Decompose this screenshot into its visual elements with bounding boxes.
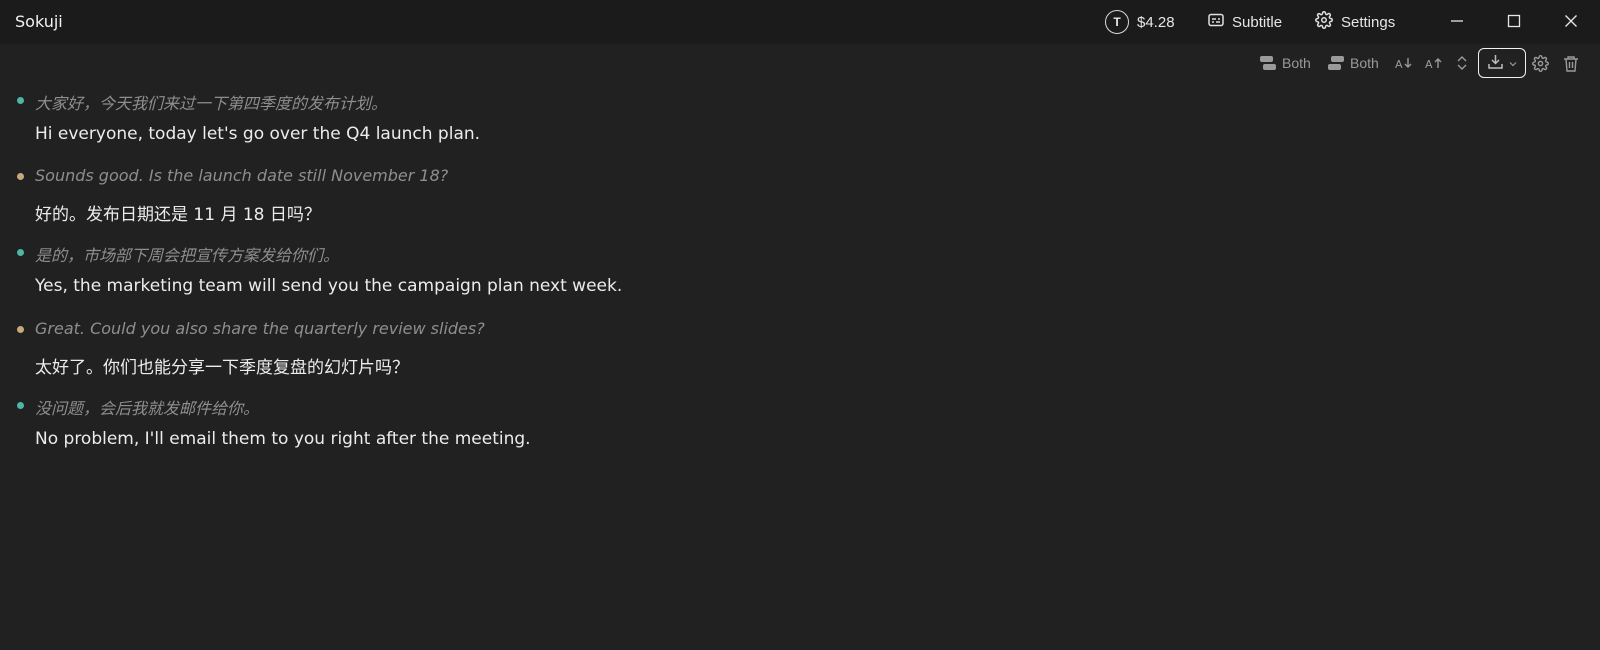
- token-icon: T: [1105, 10, 1129, 34]
- target-mode-label: Both: [1350, 55, 1379, 71]
- source-text: 没问题，会后我就发邮件给你。: [35, 399, 260, 418]
- font-size-decrease-icon: A: [1395, 55, 1413, 71]
- balance-display[interactable]: T $4.28: [1105, 10, 1175, 34]
- translation-text: 好的。发布日期还是 11 月 18 日吗？: [35, 205, 321, 225]
- expand-collapse-button[interactable]: [1456, 51, 1468, 75]
- toolbar-settings-button[interactable]: [1532, 51, 1549, 75]
- title-bar: Sokuji T $4.28 Subtitle Settings: [0, 0, 1600, 44]
- translation-text: No problem, I'll email them to you right…: [35, 429, 531, 449]
- translation-text: 太好了。你们也能分享一下季度复盘的幻灯片吗？: [35, 358, 409, 378]
- source-mode-label: Both: [1282, 55, 1311, 71]
- maximize-icon: [1507, 13, 1521, 32]
- source-text: Sounds good. Is the launch date still No…: [35, 166, 449, 185]
- minimize-icon: [1450, 13, 1464, 32]
- conversation-toolbar: Both Both A A: [0, 44, 1600, 82]
- subtitle-icon: [1208, 13, 1224, 31]
- translation-text: Hi everyone, today let's go over the Q4 …: [35, 124, 481, 144]
- gear-icon: [1532, 54, 1549, 72]
- export-button[interactable]: [1478, 48, 1526, 78]
- settings-button[interactable]: Settings: [1315, 10, 1395, 34]
- source-text: 是的，市场部下周会把宣传方案发给你们。: [35, 246, 340, 265]
- speech-bubbles-icon: [1259, 54, 1277, 72]
- app-title: Sokuji: [15, 12, 63, 31]
- download-icon: [1487, 53, 1504, 74]
- subtitle-label: Subtitle: [1232, 13, 1283, 31]
- minimize-button[interactable]: [1442, 7, 1472, 37]
- chevron-down-icon: [1508, 54, 1518, 73]
- speaker-indicator: [17, 402, 24, 409]
- speaker-indicator: [17, 326, 24, 333]
- clear-conversation-button[interactable]: [1563, 51, 1579, 75]
- chevron-up-down-icon: [1456, 54, 1468, 72]
- sort-ascending-button[interactable]: A: [1425, 51, 1443, 75]
- font-size-increase-icon: A: [1425, 55, 1443, 71]
- balance-value: $4.28: [1137, 13, 1175, 31]
- translation-text: Yes, the marketing team will send you th…: [35, 276, 623, 296]
- source-text: 大家好，今天我们来过一下第四季度的发布计划。: [35, 94, 388, 113]
- source-display-mode-button[interactable]: Both: [1259, 51, 1311, 75]
- svg-text:A: A: [1425, 58, 1433, 71]
- svg-text:A: A: [1395, 58, 1403, 71]
- trash-icon: [1563, 55, 1579, 72]
- gear-icon: [1315, 11, 1333, 33]
- speaker-indicator: [17, 173, 24, 180]
- speech-bubbles-alt-icon: [1327, 54, 1345, 72]
- close-button[interactable]: [1556, 7, 1586, 37]
- source-text: Great. Could you also share the quarterl…: [35, 319, 485, 338]
- sort-descending-button[interactable]: A: [1395, 51, 1413, 75]
- maximize-button[interactable]: [1499, 7, 1529, 37]
- settings-label: Settings: [1341, 13, 1396, 31]
- speaker-indicator: [17, 97, 24, 104]
- target-display-mode-button[interactable]: Both: [1327, 51, 1379, 75]
- subtitle-button[interactable]: Subtitle: [1208, 10, 1282, 34]
- close-icon: [1564, 13, 1578, 32]
- speaker-indicator: [17, 249, 24, 256]
